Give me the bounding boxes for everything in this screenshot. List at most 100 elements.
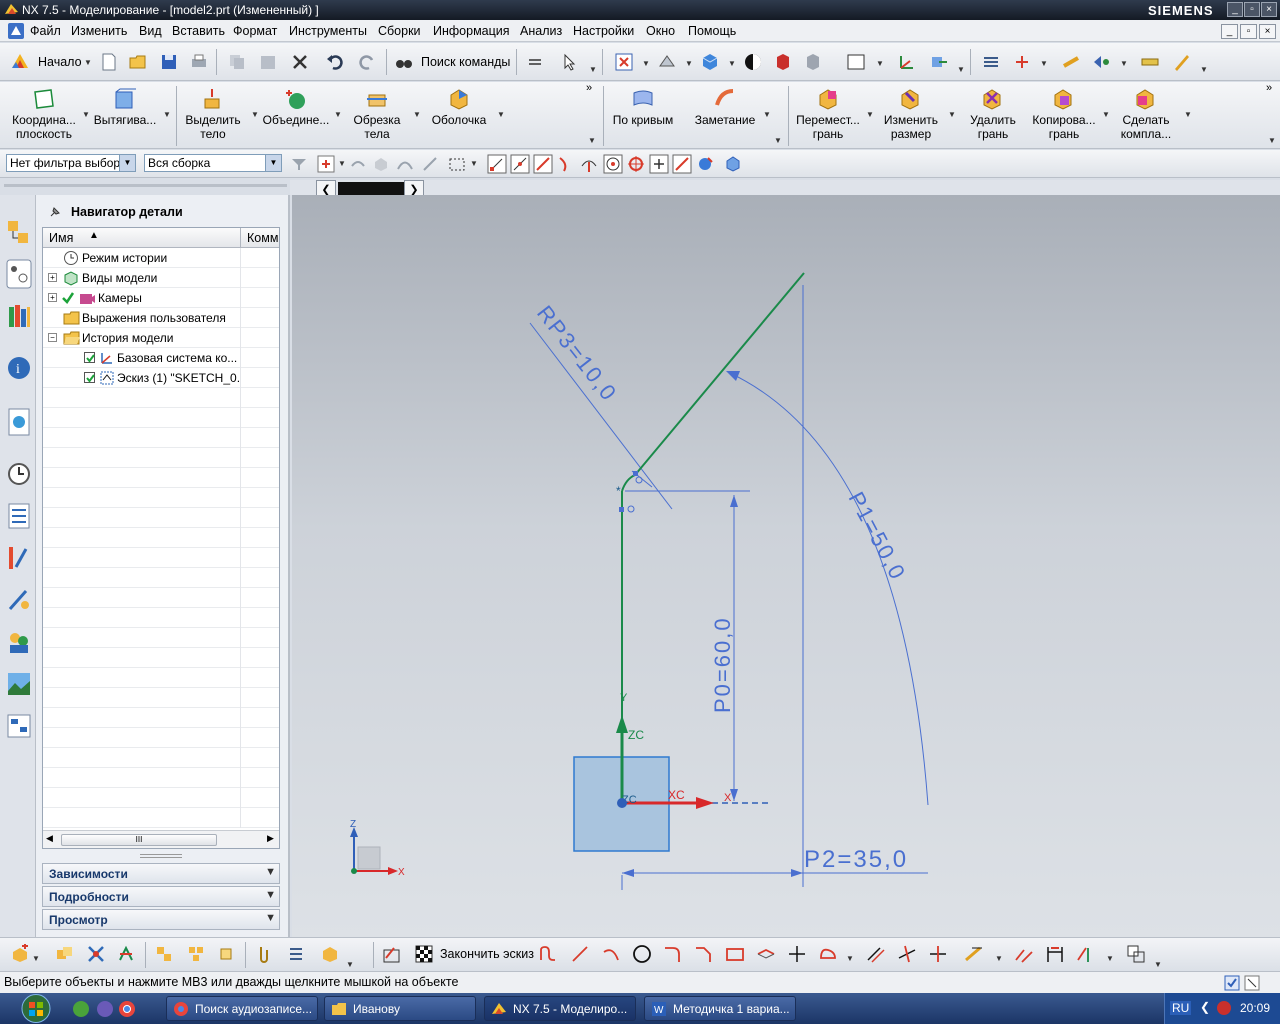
view-orientation-icon[interactable] (700, 52, 720, 72)
panel-details[interactable]: Подробности ▼ (42, 886, 280, 907)
system-scenes-icon[interactable] (6, 669, 32, 699)
resize-face-button[interactable]: Изменить размер (878, 113, 944, 141)
copy-face-button[interactable]: Копирова... грань (1028, 113, 1100, 141)
pin-icon[interactable] (48, 205, 62, 219)
draft-icon[interactable] (1172, 52, 1192, 72)
collapse-icon[interactable]: − (48, 333, 57, 342)
manufacturing-wizards-icon[interactable] (6, 585, 32, 615)
panel-preview[interactable]: Просмотр ▼ (42, 909, 280, 930)
move-object-icon[interactable] (1012, 52, 1032, 72)
mate-icon[interactable] (116, 944, 136, 964)
move-face-icon[interactable] (816, 87, 840, 111)
sketch-fillet-arc[interactable] (621, 474, 636, 492)
sketch-task-icon[interactable] (382, 944, 402, 964)
delete-face-icon[interactable] (980, 87, 1004, 111)
select-curves-icon[interactable] (395, 154, 415, 174)
fillet-icon[interactable] (663, 944, 683, 964)
copy-face-icon[interactable] (1051, 87, 1075, 111)
background-icon[interactable] (846, 52, 866, 72)
paste-icon[interactable] (258, 52, 278, 72)
alternate-solution-icon[interactable] (1126, 944, 1146, 964)
datum-plane-icon[interactable] (32, 87, 56, 111)
render-style-icon[interactable] (743, 52, 763, 72)
splitter-handle[interactable] (140, 854, 182, 858)
utorrent-icon[interactable] (72, 1000, 90, 1018)
snap-on-line-icon[interactable] (672, 154, 692, 174)
snap-midpoint-icon[interactable] (510, 154, 530, 174)
finish-sketch-button[interactable]: Закончить эскиз (440, 947, 534, 961)
layer-icon[interactable] (981, 52, 1001, 72)
make-coplanar-icon[interactable] (1133, 87, 1157, 111)
doc-minimize-button[interactable]: _ (1221, 24, 1238, 39)
reuse-library-icon[interactable] (6, 301, 32, 331)
menu-insert[interactable]: Вставить (172, 24, 225, 38)
point-icon[interactable] (787, 944, 807, 964)
expand-icon[interactable]: + (48, 273, 57, 282)
delete-icon[interactable] (290, 52, 310, 72)
zoom-icon[interactable] (657, 52, 677, 72)
menu-file[interactable]: Файл (30, 24, 61, 38)
tree-row-model-views[interactable]: + Виды модели (43, 268, 279, 288)
rectangle-select-icon[interactable] (447, 154, 467, 174)
analysis-icon[interactable] (1091, 52, 1111, 72)
binoculars-icon[interactable] (394, 52, 414, 72)
hd3d-tools-icon[interactable]: i (6, 353, 32, 383)
snap-point-icon[interactable] (316, 154, 336, 174)
snap-on-surface-icon[interactable] (695, 154, 715, 174)
tree-row-datum-csys[interactable]: Базовая система ко... (43, 348, 279, 368)
arc-icon[interactable] (601, 944, 621, 964)
make-coplanar-button[interactable]: Сделать компла... (1110, 113, 1182, 141)
snap-quadrant-icon[interactable] (603, 154, 623, 174)
line-icon[interactable] (570, 944, 590, 964)
command-finder-button[interactable]: Поиск команды (421, 55, 510, 69)
swept-icon[interactable] (713, 87, 737, 111)
selection-icon[interactable] (560, 52, 580, 72)
select-faces-icon[interactable] (371, 154, 391, 174)
offset-curve-icon[interactable] (866, 944, 886, 964)
restore-button[interactable]: ▫ (1244, 2, 1260, 17)
extract-body-icon[interactable] (200, 87, 224, 111)
origin-point[interactable] (617, 798, 627, 808)
web-browser-icon[interactable] (6, 407, 32, 437)
snap-endpoint-icon[interactable] (487, 154, 507, 174)
wcs-icon[interactable] (897, 52, 917, 72)
start-orb-icon[interactable] (14, 993, 58, 1024)
tree-row-model-history[interactable]: − История модели (43, 328, 279, 348)
task-folder[interactable]: Иванову (324, 996, 476, 1021)
dimension-p1-label[interactable]: P1=50,0 (844, 488, 911, 585)
finish-flag-icon[interactable] (414, 944, 434, 964)
filter-settings-icon[interactable] (289, 154, 309, 174)
select-edges-icon[interactable] (420, 154, 440, 174)
task-browser[interactable]: Поиск аудиозаписе... (166, 996, 318, 1021)
snap-control-icon[interactable] (533, 154, 553, 174)
add-icon[interactable] (10, 944, 30, 964)
selection-scope-combo[interactable]: Вся сборка ▼ (144, 154, 282, 172)
datum-plane-button[interactable]: Координа... плоскость (8, 113, 80, 141)
snap-arc-center-icon[interactable] (579, 154, 599, 174)
menu-preferences[interactable]: Настройки (573, 24, 634, 38)
through-curves-button[interactable]: По кривым (608, 113, 678, 127)
show-constraints-icon[interactable] (1076, 944, 1096, 964)
roles-icon[interactable] (6, 627, 32, 657)
wcs-orient-icon[interactable] (929, 52, 949, 72)
browser-quick-icon[interactable] (96, 1000, 114, 1018)
scrollbar-thumb[interactable]: III (61, 834, 217, 846)
checkbox[interactable] (84, 372, 95, 383)
measure-icon[interactable] (1061, 52, 1081, 72)
doc-close-button[interactable]: × (1259, 24, 1276, 39)
print-icon[interactable] (189, 52, 209, 72)
task-nx[interactable]: NX 7.5 - Моделиро... (484, 996, 636, 1021)
type-filter-combo[interactable]: Нет фильтра выбора ▼ (6, 154, 136, 172)
circle-icon[interactable] (632, 944, 652, 964)
replace-icon[interactable] (216, 944, 236, 964)
menu-tools[interactable]: Инструменты (289, 24, 367, 38)
menu-assemblies[interactable]: Сборки (378, 24, 421, 38)
fit-view-icon[interactable] (614, 52, 634, 72)
process-studio-icon[interactable] (6, 543, 32, 573)
dimension-p2-label[interactable]: P2=35,0 (804, 846, 908, 873)
extrude-icon[interactable] (112, 87, 136, 111)
snap-body-icon[interactable] (723, 154, 743, 174)
open-folder-icon[interactable] (128, 52, 148, 72)
doc-restore-button[interactable]: ▫ (1240, 24, 1257, 39)
tree-row-user-expressions[interactable]: Выражения пользователя (43, 308, 279, 328)
